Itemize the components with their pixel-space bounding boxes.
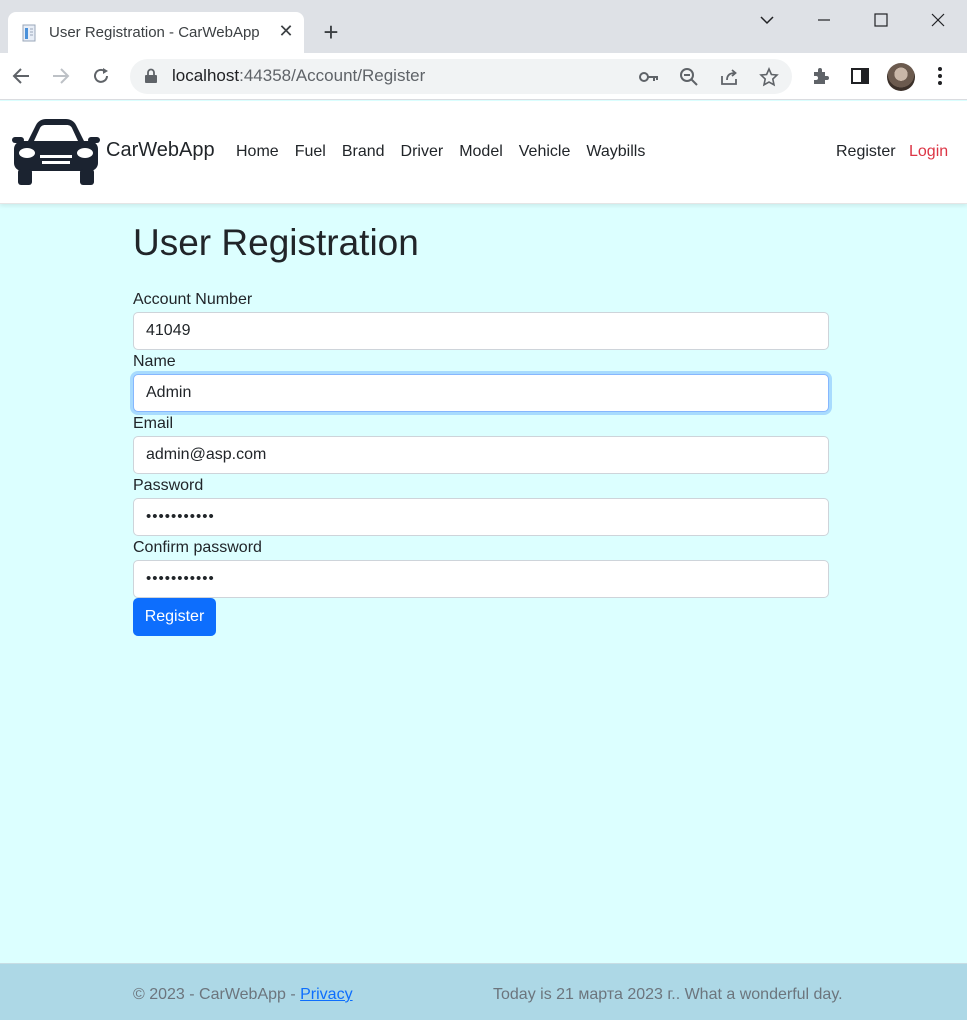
footer: © 2023 - CarWebApp - Privacy Today is 21… (0, 963, 967, 1020)
maximize-icon[interactable] (869, 8, 893, 32)
site-navbar: CarWebApp Home Fuel Brand Driver Model V… (0, 101, 967, 204)
zoom-out-icon[interactable] (678, 66, 700, 88)
account-number-input[interactable]: 41049 (133, 312, 829, 350)
new-tab-icon[interactable]: + (318, 19, 344, 45)
copyright-text: © 2023 - CarWebApp - Privacy (133, 986, 353, 1003)
address-bar[interactable]: localhost:44358/Account/Register (130, 59, 792, 94)
nav-brand[interactable]: Brand (342, 143, 385, 161)
password-input[interactable]: ••••••••••• (133, 498, 829, 536)
browser-toolbar: localhost:44358/Account/Register (0, 53, 967, 100)
key-icon[interactable] (638, 66, 660, 88)
bookmark-star-icon[interactable] (758, 66, 780, 88)
tab-search-icon[interactable] (755, 8, 779, 32)
name-label: Name (133, 353, 176, 370)
email-label: Email (133, 415, 174, 432)
browser-tabstrip: User Registration - CarWebApp ✕ + (0, 0, 967, 53)
main-nav: Home Fuel Brand Driver Model Vehicle Way… (236, 143, 661, 161)
extensions-icon[interactable] (809, 65, 831, 87)
menu-icon[interactable] (929, 65, 951, 87)
nav-vehicle[interactable]: Vehicle (519, 143, 571, 161)
brand-name[interactable]: CarWebApp (106, 139, 215, 162)
confirm-password-input[interactable]: ••••••••••• (133, 560, 829, 598)
nav-model[interactable]: Model (459, 143, 503, 161)
tab-title: User Registration - CarWebApp (49, 24, 260, 41)
reload-icon[interactable] (90, 65, 112, 87)
page-icon (22, 24, 36, 42)
nav-driver[interactable]: Driver (401, 143, 444, 161)
share-icon[interactable] (718, 66, 740, 88)
name-input[interactable]: Admin (133, 374, 829, 412)
nav-waybills[interactable]: Waybills (586, 143, 645, 161)
register-button[interactable]: Register (133, 598, 216, 636)
close-window-icon[interactable] (926, 8, 950, 32)
lock-icon[interactable] (144, 68, 158, 84)
privacy-link[interactable]: Privacy (300, 986, 352, 1003)
browser-tab[interactable]: User Registration - CarWebApp ✕ (8, 12, 304, 53)
nav-home[interactable]: Home (236, 143, 279, 161)
url-text[interactable]: localhost:44358/Account/Register (172, 66, 425, 86)
confirm-password-label: Confirm password (133, 539, 262, 556)
register-link[interactable]: Register (836, 143, 896, 161)
nav-fuel[interactable]: Fuel (295, 143, 326, 161)
forward-icon[interactable] (50, 65, 72, 87)
date-text: Today is 21 марта 2023 г.. What a wonder… (493, 986, 843, 1003)
side-panel-icon[interactable] (849, 65, 871, 87)
login-link[interactable]: Login (909, 143, 948, 161)
account-number-label: Account Number (133, 291, 253, 308)
close-tab-icon[interactable]: ✕ (276, 21, 296, 41)
minimize-icon[interactable] (812, 8, 836, 32)
profile-avatar[interactable] (887, 63, 915, 91)
password-label: Password (133, 477, 204, 494)
back-icon[interactable] (10, 65, 32, 87)
page-title: User Registration (133, 222, 419, 263)
email-input[interactable]: admin@asp.com (133, 436, 829, 474)
car-logo[interactable] (10, 111, 102, 191)
